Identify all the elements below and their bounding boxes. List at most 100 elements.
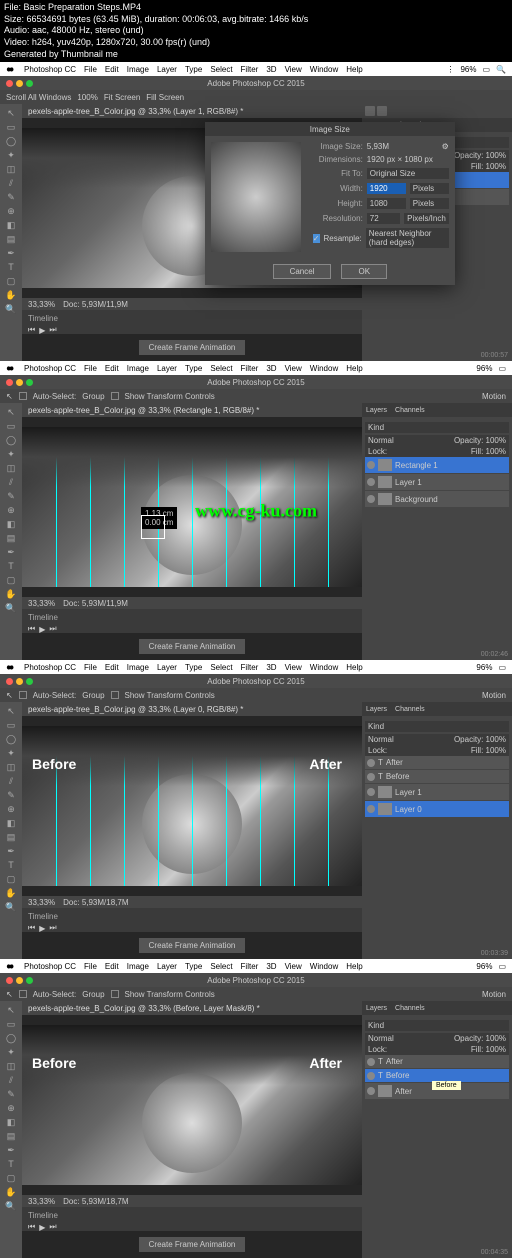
- height-unit-dropdown[interactable]: Pixels: [410, 198, 449, 209]
- document-tab[interactable]: pexels-apple-tree_B_Color.jpg @ 33,3% (L…: [22, 104, 362, 118]
- menu-view[interactable]: View: [285, 65, 302, 74]
- resolution-unit-dropdown[interactable]: Pixels/Inch: [404, 213, 449, 224]
- info-file: File: Basic Preparation Steps.MP4: [4, 2, 508, 14]
- macos-menubar: Photoshop CC FileEditImageLayerTypeSelec…: [0, 660, 512, 674]
- scroll-all-windows[interactable]: Scroll All Windows: [6, 93, 71, 102]
- document-tab[interactable]: pexels-apple-tree_B_Color.jpg @ 33,3% (L…: [22, 702, 362, 716]
- menu-type[interactable]: Type: [185, 65, 202, 74]
- screenshot-4: Photoshop CC FileEditImageLayerTypeSelec…: [0, 959, 512, 1258]
- layer-row[interactable]: Rectangle 1: [365, 457, 509, 473]
- color-panel-icon[interactable]: [365, 106, 375, 116]
- app-name[interactable]: Photoshop CC: [24, 65, 76, 74]
- canvas-image[interactable]: Before After: [22, 726, 362, 886]
- fit-to-dropdown[interactable]: Original Size: [367, 168, 449, 179]
- timeline-prev-icon[interactable]: ⏮: [28, 325, 35, 335]
- width-unit-dropdown[interactable]: Pixels: [410, 183, 449, 194]
- app-name[interactable]: Photoshop CC: [24, 364, 76, 373]
- menu-window[interactable]: Window: [310, 65, 338, 74]
- search-icon[interactable]: 🔍: [496, 65, 506, 74]
- menu-file[interactable]: File: [84, 65, 97, 74]
- layer-row[interactable]: TAfter: [365, 1055, 509, 1068]
- swatches-panel-icon[interactable]: [377, 106, 387, 116]
- gradient-tool[interactable]: ▤: [2, 232, 20, 246]
- brush-tool[interactable]: ✎: [2, 190, 20, 204]
- before-label: Before: [32, 1055, 76, 1071]
- auto-select-checkbox[interactable]: [19, 392, 27, 400]
- menu-select[interactable]: Select: [210, 65, 232, 74]
- timestamp: 00:03:39: [481, 950, 508, 957]
- zoom-level[interactable]: 33,33%: [28, 300, 55, 309]
- layer-row[interactable]: Layer 0: [365, 801, 509, 817]
- zoom-out-icon[interactable]: −: [237, 240, 242, 249]
- create-frame-animation-button[interactable]: Create Frame Animation: [139, 639, 246, 654]
- maximize-icon[interactable]: [26, 379, 33, 386]
- zoom-in-icon[interactable]: +: [270, 240, 275, 249]
- auto-select-dropdown[interactable]: Group: [82, 392, 104, 401]
- toolbox: ↖▭◯✦◫⫽✎⊕◧▤✒T▢✋🔍: [0, 1001, 22, 1258]
- resolution-input[interactable]: 72: [367, 213, 400, 224]
- layer-row[interactable]: TAfter: [365, 756, 509, 769]
- maximize-icon[interactable]: [26, 80, 33, 87]
- fill-screen[interactable]: Fill Screen: [146, 93, 184, 102]
- pen-tool[interactable]: ✒: [2, 246, 20, 260]
- layer-row[interactable]: Background: [365, 491, 509, 507]
- document-tab[interactable]: pexels-apple-tree_B_Color.jpg @ 33,3% (B…: [22, 1001, 362, 1015]
- layer-row[interactable]: Layer 1: [365, 784, 509, 800]
- workspace-label[interactable]: Motion: [482, 392, 506, 401]
- eyedropper-tool[interactable]: ⫽: [2, 176, 20, 190]
- macos-menubar: Photoshop CC File Edit Image Layer Type …: [0, 62, 512, 76]
- canvas-image[interactable]: Before After: [22, 1025, 362, 1185]
- layer-row[interactable]: Layer 1: [365, 474, 509, 490]
- toolbox: ↖▭◯✦◫⫽✎⊕◧▤✒T▢✋🔍: [0, 702, 22, 959]
- cancel-button[interactable]: Cancel: [273, 264, 332, 279]
- timeline-play-icon[interactable]: ▶: [39, 326, 45, 335]
- minimize-icon[interactable]: [16, 80, 23, 87]
- zoom-100[interactable]: 100%: [77, 93, 97, 102]
- crop-tool[interactable]: ◫: [2, 162, 20, 176]
- create-frame-animation-button[interactable]: Create Frame Animation: [139, 1237, 246, 1252]
- menu-layer[interactable]: Layer: [157, 65, 177, 74]
- timeline-label[interactable]: Timeline: [28, 314, 356, 323]
- zoom-tool[interactable]: 🔍: [2, 302, 20, 316]
- ok-button[interactable]: OK: [341, 264, 387, 279]
- move-tool-icon: ↖: [6, 392, 13, 401]
- close-icon[interactable]: [6, 80, 13, 87]
- menu-edit[interactable]: Edit: [105, 65, 119, 74]
- stamp-tool[interactable]: ⊕: [2, 204, 20, 218]
- fit-screen[interactable]: Fit Screen: [104, 93, 140, 102]
- lasso-tool[interactable]: ◯: [2, 134, 20, 148]
- window-titlebar: Adobe Photoshop CC 2015: [0, 76, 512, 90]
- gear-icon[interactable]: ⚙: [442, 142, 449, 151]
- timeline-next-icon[interactable]: ⏭: [49, 325, 56, 335]
- macos-menubar: Photoshop CC FileEditImageLayerTypeSelec…: [0, 361, 512, 375]
- shape-tool[interactable]: ▢: [2, 274, 20, 288]
- image-size-dialog: Image Size −100%+ Image Size:5,93M⚙ Dime…: [205, 122, 455, 285]
- info-audio: Audio: aac, 48000 Hz, stereo (und): [4, 25, 508, 37]
- menu-3d[interactable]: 3D: [266, 65, 276, 74]
- hand-tool[interactable]: ✋: [2, 288, 20, 302]
- create-frame-animation-button[interactable]: Create Frame Animation: [139, 938, 246, 953]
- wand-tool[interactable]: ✦: [2, 148, 20, 162]
- create-frame-animation-button[interactable]: Create Frame Animation: [139, 340, 246, 355]
- document-tab[interactable]: pexels-apple-tree_B_Color.jpg @ 33,3% (R…: [22, 403, 362, 417]
- menu-help[interactable]: Help: [346, 65, 362, 74]
- close-icon[interactable]: [6, 379, 13, 386]
- macos-menubar: Photoshop CC FileEditImageLayerTypeSelec…: [0, 959, 512, 973]
- screenshot-2: Photoshop CC FileEditImageLayerTypeSelec…: [0, 361, 512, 660]
- layer-row[interactable]: TBefore: [365, 770, 509, 783]
- move-tool[interactable]: ↖: [2, 106, 20, 120]
- menu-filter[interactable]: Filter: [241, 65, 259, 74]
- marquee-tool[interactable]: ▭: [2, 120, 20, 134]
- resample-checkbox[interactable]: ✓: [313, 234, 320, 243]
- type-tool[interactable]: T: [2, 260, 20, 274]
- eraser-tool[interactable]: ◧: [2, 218, 20, 232]
- width-input[interactable]: 1920: [367, 183, 406, 194]
- wifi-icon[interactable]: ⋮: [446, 65, 454, 74]
- timeline-panel: Timeline ⏮ ▶ ⏭: [22, 310, 362, 334]
- transform-controls-checkbox[interactable]: [111, 392, 119, 400]
- resample-dropdown[interactable]: Nearest Neighbor (hard edges): [366, 228, 449, 248]
- toolbox: ↖ ▭ ◯ ✦ ◫ ⫽ ✎ ⊕ ◧ ▤ ✒ T ▢ ✋ 🔍: [0, 104, 22, 361]
- menu-image[interactable]: Image: [127, 65, 149, 74]
- minimize-icon[interactable]: [16, 379, 23, 386]
- height-input[interactable]: 1080: [367, 198, 406, 209]
